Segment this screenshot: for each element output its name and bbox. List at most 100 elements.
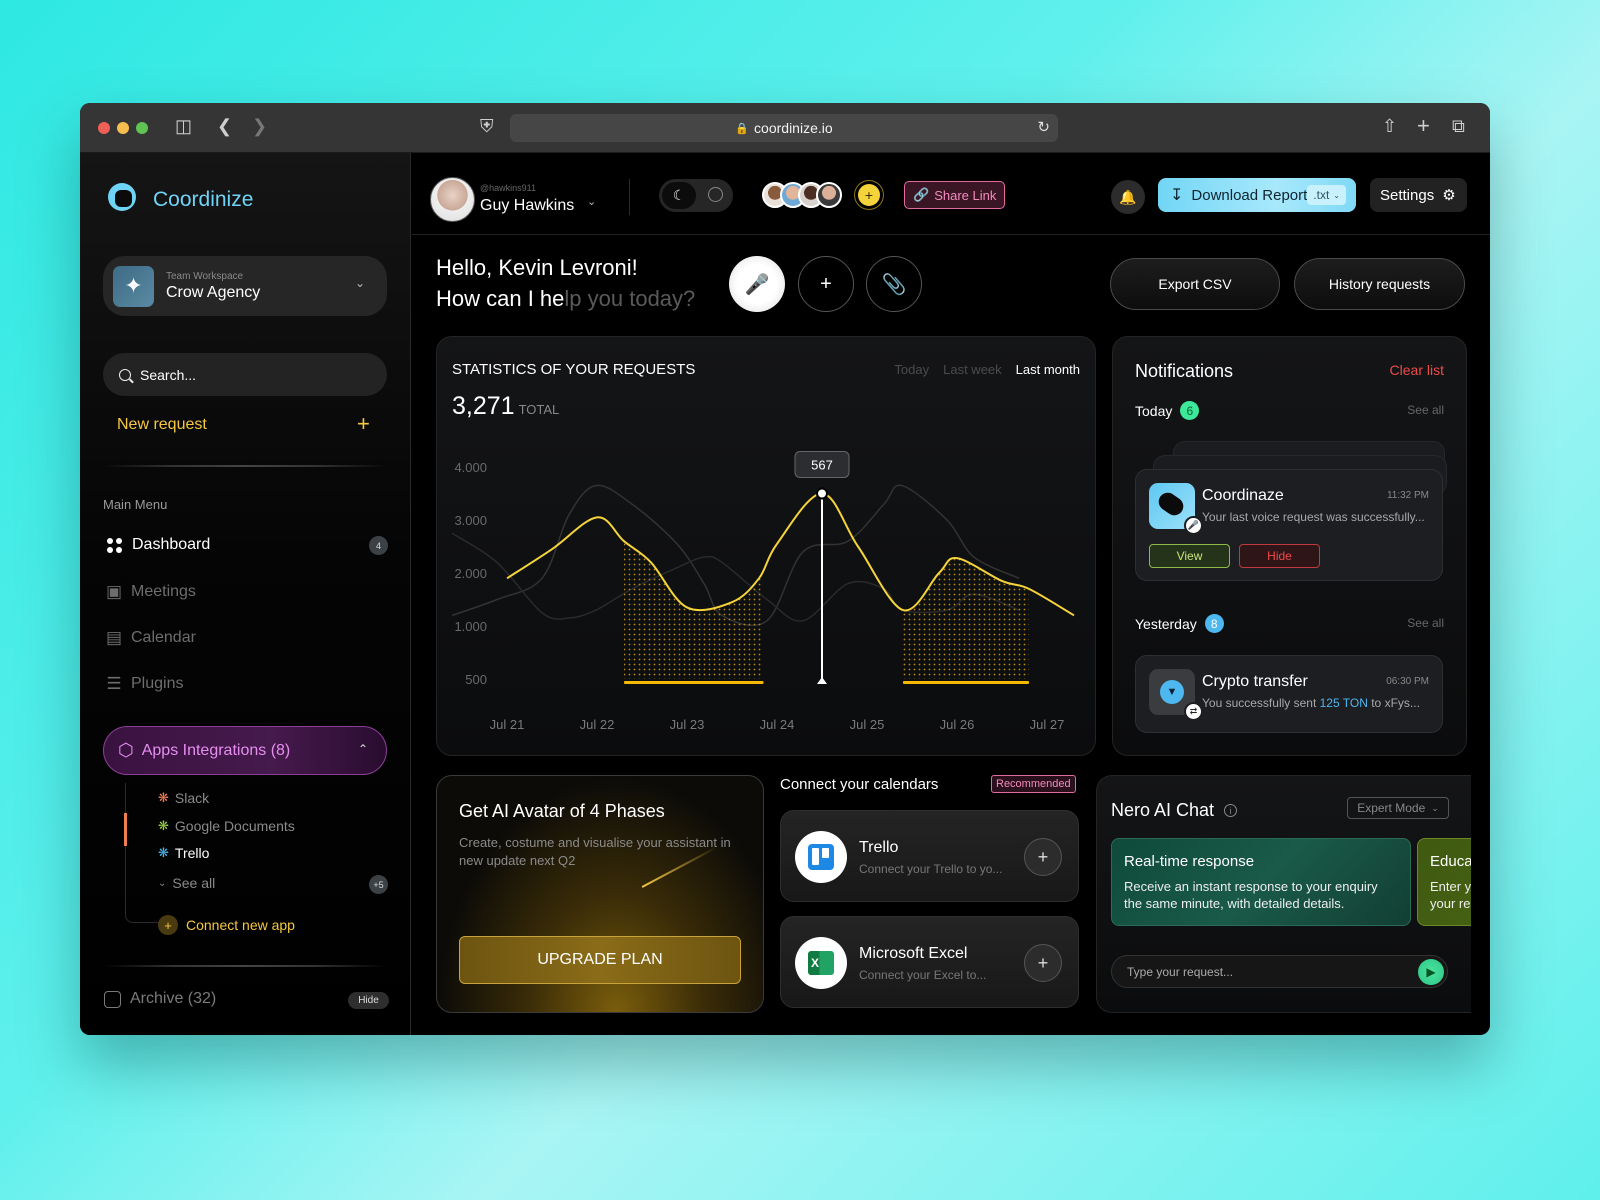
shield-icon[interactable]: ⛨ [480, 116, 494, 137]
contrast-icon[interactable] [708, 187, 723, 202]
back-icon[interactable]: ❮ [217, 116, 232, 137]
forward-icon[interactable]: ❯ [252, 116, 267, 137]
notification-time: 06:30 PM [1386, 676, 1429, 687]
settings-button[interactable]: Settings ⚙ [1370, 178, 1467, 212]
view-button[interactable]: View [1149, 544, 1230, 568]
y-tick-label: 3.000 [454, 513, 487, 528]
sidebar-item-dashboard[interactable]: Dashboard [104, 536, 210, 554]
paperclip-icon: 📎 [881, 273, 907, 296]
hide-archive-button[interactable]: Hide [348, 992, 389, 1009]
notification-message: You successfully sent 125 TON to xFys... [1202, 696, 1420, 710]
requests-chart: 4.000 3.000 2.000 1.000 500 Jul 21 Jul 22 Jul 2… [451, 451, 1075, 732]
integration-item-google-documents[interactable]: ❋ Google Documents [158, 818, 295, 834]
connect-new-app-button[interactable]: + Connect new app [158, 915, 295, 935]
tab-last-month[interactable]: Last month [1016, 362, 1080, 377]
avatar[interactable] [816, 182, 842, 208]
address-bar[interactable]: 🔒 coordinize.io ↻ [510, 114, 1058, 142]
notification-title: Coordinaze [1202, 487, 1284, 504]
top-bar: @hawkins911 Guy Hawkins ⌄ ☾ + 🔗 Share Li… [412, 153, 1490, 235]
maximize-window-button[interactable] [136, 121, 148, 134]
add-member-button[interactable]: + [858, 184, 880, 206]
highlight-area [903, 558, 1029, 679]
more-integrations-badge: +5 [369, 875, 388, 894]
close-window-button[interactable] [98, 121, 110, 134]
suggestion-title: Educa [1430, 853, 1471, 870]
add-integration-button[interactable]: + [1024, 944, 1062, 982]
calendar-integration-trello[interactable]: Trello Connect your Trello to yo... + [780, 810, 1079, 902]
main-menu-heading: Main Menu [103, 497, 168, 512]
x-tick-label: Jul 24 [760, 717, 795, 732]
workspace-selector[interactable]: ✦ Team Workspace Crow Agency ⌄ [103, 256, 387, 316]
tabs-overview-icon[interactable]: ⧉ [1452, 116, 1465, 137]
apps-integrations-toggle[interactable]: ⬡ Apps Integrations (8) ⌃ [103, 726, 387, 775]
see-all-integrations[interactable]: ⌄ See all [158, 875, 215, 891]
sidebar-item-meetings[interactable]: ▣ Meetings [104, 582, 196, 602]
tooltip-point [816, 487, 828, 500]
theme-toggle[interactable]: ☾ [659, 179, 733, 212]
integration-description: Connect your Trello to yo... [859, 862, 1003, 876]
dashboard-count-badge: 4 [369, 536, 388, 555]
sidebar-item-label: Meetings [131, 583, 196, 600]
search-input[interactable]: Search... [103, 353, 387, 396]
integration-item-trello[interactable]: ❋ Trello [158, 845, 209, 861]
new-request-button[interactable]: New request [117, 416, 207, 434]
attach-button[interactable]: 📎 [866, 256, 922, 312]
team-avatars[interactable] [762, 182, 842, 208]
chat-suggestion-card[interactable]: Educa Enter y your re [1417, 838, 1471, 926]
share-link-button[interactable]: 🔗 Share Link [904, 181, 1006, 209]
notification-item[interactable]: 🎤 Coordinaze 11:32 PM Your last voice re… [1135, 469, 1443, 581]
workspace-label: Team Workspace [166, 270, 244, 282]
see-all-yesterday-link[interactable]: See all [1407, 616, 1444, 630]
send-button[interactable]: ▶ [1418, 959, 1444, 985]
add-integration-button[interactable]: + [1024, 838, 1062, 876]
logo-icon [108, 183, 141, 216]
archive-link[interactable]: Archive (32) [104, 990, 216, 1008]
microphone-icon: 🎤 [744, 273, 770, 296]
logo[interactable]: Coordinize [108, 183, 253, 216]
clear-list-button[interactable]: Clear list [1390, 362, 1444, 378]
suggestion-text: Enter y your re [1430, 879, 1471, 911]
tab-last-week[interactable]: Last week [943, 362, 1002, 377]
chat-suggestion-card[interactable]: Real-time response Receive an instant re… [1111, 838, 1411, 926]
x-tick-label: Jul 23 [670, 717, 705, 732]
integration-name: Trello [859, 839, 899, 856]
export-csv-button[interactable]: Export CSV [1110, 258, 1280, 310]
plus-icon[interactable]: + [357, 411, 370, 437]
sparkle-icon: ✦ [113, 265, 154, 307]
total-label: TOTAL [518, 402, 560, 417]
notification-item[interactable]: ▼ ⇄ Crypto transfer 06:30 PM You success… [1135, 655, 1443, 733]
reload-icon[interactable]: ↻ [1037, 118, 1050, 136]
new-tab-icon[interactable]: + [1417, 113, 1430, 139]
calendars-title: Connect your calendars [780, 776, 939, 793]
mode-select[interactable]: Expert Mode ⌄ [1347, 797, 1449, 819]
notification-group-today: Today 6 [1135, 401, 1200, 420]
integration-description: Connect your Excel to... [859, 968, 987, 982]
hide-button[interactable]: Hide [1239, 544, 1320, 568]
browser-window: ◫ ❮ ❯ ⛨ 🔒 coordinize.io ↻ ⇧ + ⧉ Coordini… [80, 103, 1490, 1035]
share-icon[interactable]: ⇧ [1382, 116, 1397, 137]
upgrade-plan-button[interactable]: UPGRADE PLAN [459, 936, 741, 984]
notifications-bell-button[interactable]: 🔔 [1111, 180, 1145, 214]
sidebar-item-plugins[interactable]: ☰ Plugins [104, 674, 183, 694]
add-button[interactable]: + [798, 256, 854, 312]
calendar-integration-excel[interactable]: X Microsoft Excel Connect your Excel to.… [780, 916, 1079, 1008]
chat-input[interactable]: Type your request... ▶ [1111, 955, 1448, 988]
minimize-window-button[interactable] [117, 121, 129, 134]
format-select[interactable]: .txt ⌄ [1307, 185, 1346, 205]
integration-item-slack[interactable]: ❋ Slack [158, 790, 209, 806]
see-all-today-link[interactable]: See all [1407, 403, 1444, 417]
chat-title-text: Nero AI Chat [1111, 800, 1215, 820]
brand-name: Coordinize [153, 187, 254, 211]
tab-today[interactable]: Today [894, 362, 929, 377]
voice-input-button[interactable]: 🎤 [729, 256, 785, 312]
history-requests-button[interactable]: History requests [1294, 258, 1465, 310]
x-tick-label: Jul 25 [850, 717, 885, 732]
moon-icon[interactable]: ☾ [662, 182, 696, 209]
sidebar-item-calendar[interactable]: ▤ Calendar [104, 628, 196, 648]
sidebar-toggle-icon[interactable]: ◫ [175, 116, 192, 137]
download-report-button[interactable]: ↧ Download Report .txt ⌄ [1158, 178, 1356, 212]
user-menu-chevron-icon[interactable]: ⌄ [587, 195, 596, 208]
suggestion-text: Receive an instant response to your enqu… [1124, 879, 1378, 911]
info-icon[interactable]: i [1224, 804, 1238, 817]
avatar[interactable] [430, 177, 475, 222]
